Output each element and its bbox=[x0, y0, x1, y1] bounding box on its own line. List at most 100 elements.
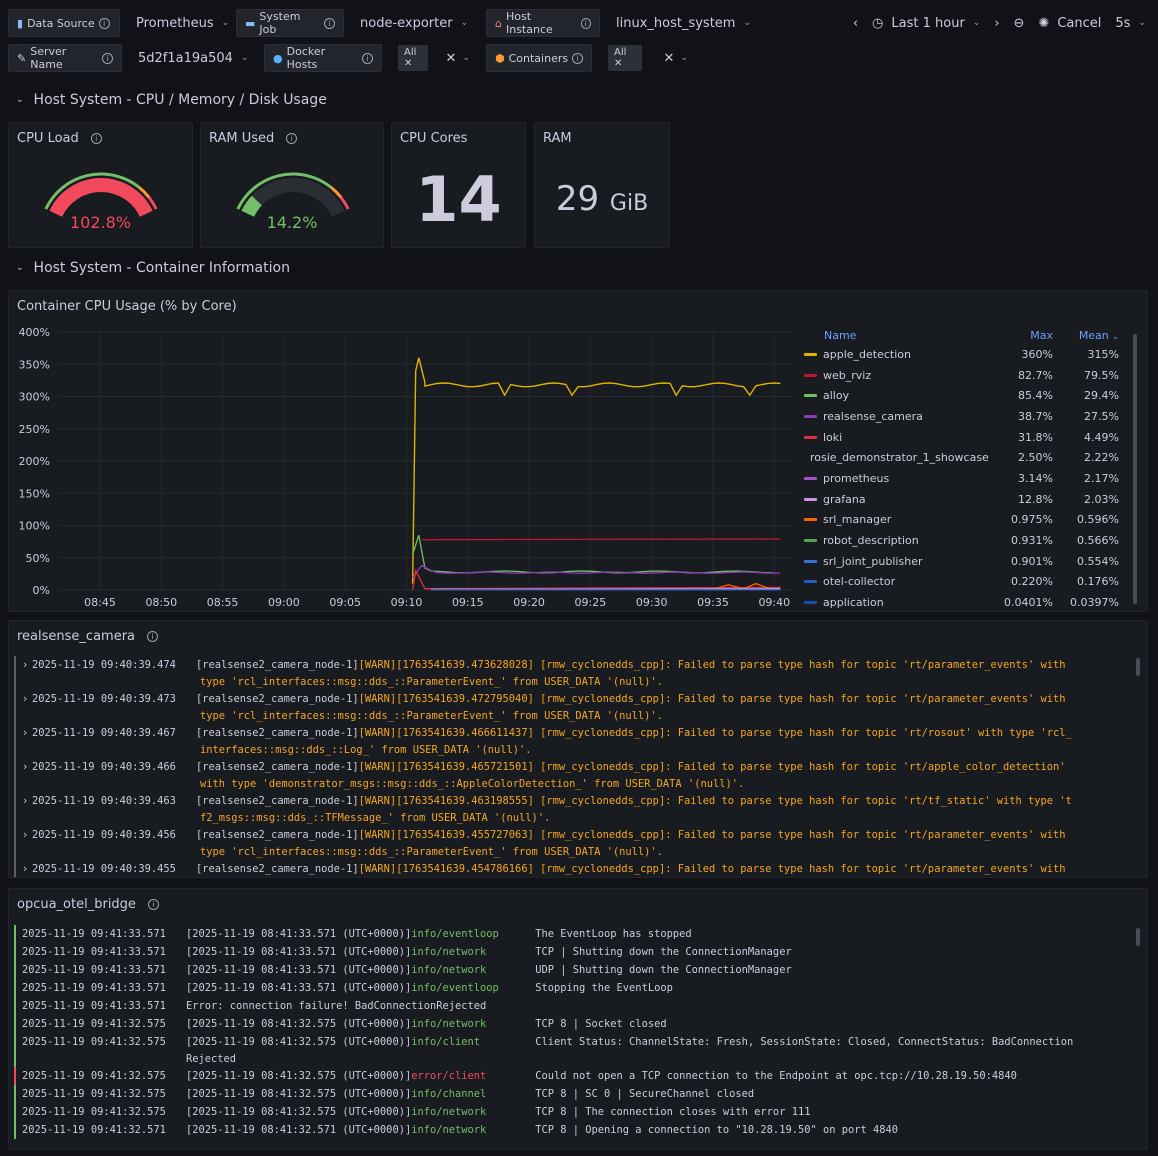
legend-header-name[interactable]: Name bbox=[800, 329, 985, 342]
expand-icon[interactable]: › bbox=[22, 659, 32, 671]
legend-item[interactable]: rosie_demonstrator_1_showcase 2.50% 2.22% bbox=[800, 447, 1130, 468]
log-timestamp: 2025-11-19 09:41:33.571 bbox=[22, 982, 166, 994]
expand-icon[interactable]: › bbox=[22, 761, 32, 773]
clear-icon[interactable]: ✕ bbox=[446, 51, 457, 66]
log-timestamp: 2025-11-19 09:40:39.473 bbox=[32, 692, 176, 705]
legend-max: 12.8% bbox=[1018, 492, 1053, 506]
legend-header-mean[interactable]: Mean ⌄ bbox=[1053, 329, 1119, 342]
containers-chip[interactable]: All ✕ bbox=[608, 45, 642, 71]
legend-header-max[interactable]: Max bbox=[985, 329, 1053, 342]
server-name-label-text: Server Name bbox=[30, 45, 67, 71]
legend-item[interactable]: alloy 85.4% 29.4% bbox=[800, 385, 1130, 406]
info-icon[interactable]: i bbox=[98, 17, 110, 29]
legend-item[interactable]: realsense_camera 38.7% 27.5% bbox=[800, 406, 1130, 427]
containers-label: ⬢ Containers i bbox=[486, 44, 592, 72]
log-row[interactable]: 2025-11-19 09:41:32.575 [2025-11-19 08:41… bbox=[14, 1103, 1073, 1121]
docker-hosts-chip[interactable]: All ✕ bbox=[398, 45, 428, 71]
legend-mean: 29.4% bbox=[1084, 389, 1119, 403]
legend-item[interactable]: srl_joint_publisher 0.901% 0.554% bbox=[800, 551, 1130, 572]
log-row[interactable]: › 2025-11-19 09:40:39.456 [realsense2_came… bbox=[14, 826, 1072, 860]
info-icon[interactable]: i bbox=[147, 631, 159, 642]
log-row[interactable]: 2025-11-19 09:41:32.575 [2025-11-19 08:41… bbox=[14, 1015, 1073, 1033]
info-icon[interactable]: i bbox=[362, 52, 373, 64]
variable-toolbar: ▮ Data Source i Prometheus ⌄ ▬ System Jo… bbox=[0, 0, 1158, 84]
log-message: Client Status: ChannelState: Fresh, Sess… bbox=[535, 1036, 1074, 1048]
log-row[interactable]: 2025-11-19 09:41:32.575 [2025-11-19 08:41… bbox=[14, 1033, 1073, 1067]
log-timestamp: 2025-11-19 09:41:33.571 bbox=[22, 1000, 166, 1012]
log-prefix: [2025-11-19 08:41:32.575 (UTC+0000)] bbox=[186, 1018, 412, 1030]
log-row[interactable]: 2025-11-19 09:41:33.571 [2025-11-19 08:41… bbox=[14, 925, 1073, 943]
legend-item[interactable]: grafana 12.8% 2.03% bbox=[800, 489, 1130, 510]
log-row[interactable]: › 2025-11-19 09:40:39.473 [realsense2_came… bbox=[14, 690, 1072, 724]
log-row[interactable]: › 2025-11-19 09:40:39.474 [realsense2_came… bbox=[14, 656, 1072, 690]
expand-icon[interactable]: › bbox=[22, 693, 32, 705]
legend-item[interactable]: otel-collector 0.220% 0.176% bbox=[800, 572, 1130, 593]
legend-item[interactable]: web_rviz 82.7% 79.5% bbox=[800, 365, 1130, 386]
log-source: [realsense2_camera_node-1] bbox=[196, 794, 359, 807]
clear-icon[interactable]: ✕ bbox=[664, 51, 675, 66]
row-header-container-info[interactable]: ⌄ Host System - Container Information bbox=[16, 260, 290, 276]
legend-item[interactable]: srl_manager 0.975% 0.596% bbox=[800, 510, 1130, 531]
server-name-select[interactable]: 5d2f1a19a504 ⌄ bbox=[130, 44, 256, 72]
legend-item[interactable]: application 0.0401% 0.0397% bbox=[800, 592, 1130, 613]
log-row[interactable]: 2025-11-19 09:41:32.575 [2025-11-19 08:41… bbox=[14, 1085, 1073, 1103]
zoom-out-icon[interactable]: ⊖ bbox=[1014, 16, 1025, 31]
log-row[interactable]: › 2025-11-19 09:40:39.463 [realsense2_came… bbox=[14, 792, 1072, 826]
data-source-select[interactable]: Prometheus ⌄ bbox=[128, 9, 229, 37]
info-icon[interactable]: i bbox=[324, 17, 335, 29]
log-row[interactable]: › 2025-11-19 09:40:39.467 [realsense2_came… bbox=[14, 724, 1072, 758]
time-back-icon[interactable]: ‹ bbox=[853, 16, 858, 31]
log-row[interactable]: 2025-11-19 09:41:33.571 [2025-11-19 08:41… bbox=[14, 961, 1073, 979]
legend-item[interactable]: prometheus 3.14% 2.17% bbox=[800, 468, 1130, 489]
refresh-interval-picker[interactable]: 5s ⌄ bbox=[1115, 16, 1146, 31]
time-forward-icon[interactable]: › bbox=[994, 16, 999, 31]
legend-item[interactable]: loki 31.8% 4.49% bbox=[800, 427, 1130, 448]
ram-used-gauge-fill bbox=[241, 195, 263, 217]
docker-hosts-select[interactable]: All ✕ ✕ ⌄ bbox=[390, 44, 478, 72]
chevron-down-icon: ⌄ bbox=[1138, 18, 1146, 28]
log-row[interactable]: 2025-11-19 09:41:33.571 [2025-11-19 08:41… bbox=[14, 943, 1073, 961]
log-level-bar bbox=[14, 724, 16, 758]
expand-icon[interactable]: › bbox=[22, 795, 32, 807]
docker-icon: ● bbox=[273, 51, 283, 65]
expand-icon[interactable]: › bbox=[22, 829, 32, 841]
log-row[interactable]: › 2025-11-19 09:40:39.466 [realsense2_came… bbox=[14, 758, 1072, 792]
info-icon[interactable]: i bbox=[102, 52, 113, 64]
cpu-cores-panel: CPU Cores 14 bbox=[391, 122, 526, 248]
docker-hosts-label-text: Docker Hosts bbox=[286, 45, 326, 71]
legend-max: 0.975% bbox=[1011, 513, 1053, 527]
row-header-cpu-memory[interactable]: ⌄ Host System - CPU / Memory / Disk Usag… bbox=[16, 92, 327, 108]
containers-select[interactable]: All ✕ ✕ ⌄ bbox=[600, 44, 696, 72]
log-row[interactable]: 2025-11-19 09:41:32.571 [2025-11-19 08:41… bbox=[14, 1121, 1073, 1139]
log-scrollbar[interactable] bbox=[1136, 658, 1140, 676]
log-timestamp: 2025-11-19 09:41:32.575 bbox=[22, 1070, 166, 1082]
x-tick-label: 09:15 bbox=[452, 596, 484, 609]
host-instance-select[interactable]: linux_host_system ⌄ bbox=[608, 9, 758, 37]
y-tick-label: 150% bbox=[19, 487, 50, 500]
log-level: [WARN] bbox=[358, 794, 397, 807]
info-icon[interactable]: i bbox=[572, 52, 583, 64]
legend-item[interactable]: apple_detection 360% 315% bbox=[800, 344, 1130, 365]
log-row[interactable]: 2025-11-19 09:41:33.571 [2025-11-19 08:41… bbox=[14, 979, 1073, 997]
log-message: UDP | Shutting down the ConnectionManage… bbox=[535, 964, 792, 976]
expand-icon[interactable]: › bbox=[22, 863, 32, 875]
log-row[interactable]: 2025-11-19 09:41:33.571 Error: connection… bbox=[14, 997, 1073, 1015]
log-source: [realsense2_camera_node-1] bbox=[196, 828, 359, 841]
cancel-button[interactable]: ✺ Cancel bbox=[1038, 16, 1101, 31]
legend-scrollbar[interactable] bbox=[1133, 334, 1137, 604]
cpu-cores-value: 14 bbox=[415, 163, 502, 236]
log-prefix: Error: connection failure! BadConnection… bbox=[186, 1000, 487, 1012]
log-scrollbar[interactable] bbox=[1136, 928, 1140, 946]
system-job-label: ▬ System Job i bbox=[236, 9, 344, 37]
log-level-bar bbox=[14, 860, 16, 877]
info-icon[interactable]: i bbox=[147, 899, 159, 910]
legend-item-name: rosie_demonstrator_1_showcase bbox=[800, 451, 989, 464]
log-row[interactable]: › 2025-11-19 09:40:39.455 [realsense2_came… bbox=[14, 860, 1072, 877]
log-timestamp: 2025-11-19 09:40:39.455 bbox=[32, 862, 176, 875]
time-range-picker[interactable]: ◷ Last 1 hour ⌄ bbox=[872, 16, 980, 31]
legend-item[interactable]: robot_description 0.931% 0.566% bbox=[800, 530, 1130, 551]
system-job-select[interactable]: node-exporter ⌄ bbox=[352, 9, 478, 37]
info-icon[interactable]: i bbox=[580, 17, 591, 29]
log-row[interactable]: 2025-11-19 09:41:32.575 [2025-11-19 08:41… bbox=[14, 1067, 1073, 1085]
expand-icon[interactable]: › bbox=[22, 727, 32, 739]
